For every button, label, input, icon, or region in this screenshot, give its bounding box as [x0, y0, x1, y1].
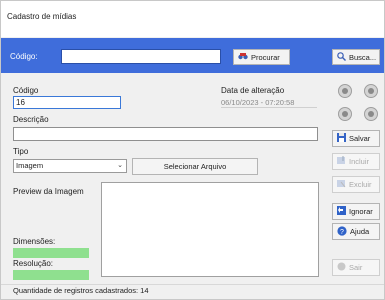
add-record-icon — [337, 156, 346, 167]
nav-last-button[interactable] — [364, 107, 378, 121]
tipo-label: Tipo — [13, 147, 29, 156]
nav-prev-button[interactable] — [364, 84, 378, 98]
help-icon: ? — [337, 225, 347, 238]
selecionar-arquivo-button[interactable]: Selecionar Arquivo — [132, 158, 258, 175]
dimensoes-value — [13, 248, 89, 258]
search-bar: Código: Procurar Busca... — [1, 38, 384, 73]
window: Cadastro de mídias Código: Procurar Busc… — [0, 0, 385, 300]
salvar-label: Salvar — [349, 134, 371, 143]
floppy-icon — [337, 133, 346, 144]
busca-button[interactable]: Busca... — [332, 49, 380, 65]
dimensoes-label: Dimensões: — [13, 237, 56, 246]
incluir-label: Incluir — [349, 157, 370, 166]
incluir-button[interactable]: Incluir — [332, 153, 380, 170]
ignorar-button[interactable]: Ignorar — [332, 203, 380, 220]
procurar-label: Procurar — [251, 52, 280, 62]
codigo-label: Código — [13, 86, 39, 95]
data-alteracao-value: 06/10/2023 - 07:20:58 — [221, 98, 317, 108]
excluir-label: Excluir — [349, 180, 372, 189]
preview-label: Preview da Imagem — [13, 187, 84, 196]
sair-button[interactable]: Sair — [332, 259, 380, 276]
undo-icon — [337, 206, 346, 217]
resolucao-label: Resolução: — [13, 259, 54, 268]
magnifier-icon — [337, 51, 346, 63]
ajuda-button[interactable]: ? Ajuda — [332, 223, 380, 240]
delete-record-icon — [337, 179, 346, 190]
descricao-field[interactable] — [13, 127, 318, 141]
svg-text:?: ? — [340, 229, 344, 236]
status-bar: Quantidade de registros cadastrados: 14 — [13, 286, 149, 295]
tipo-select[interactable]: Imagem ⌄ — [13, 159, 127, 173]
descricao-label: Descrição — [13, 115, 49, 124]
image-preview — [101, 182, 319, 277]
salvar-button[interactable]: Salvar — [332, 130, 380, 147]
ajuda-label: Ajuda — [350, 227, 370, 236]
busca-label: Busca... — [349, 52, 377, 62]
exit-icon — [337, 262, 346, 273]
title-bar: Cadastro de mídias — [1, 1, 384, 37]
sair-label: Sair — [349, 263, 363, 272]
resolucao-value — [13, 270, 89, 280]
excluir-button[interactable]: Excluir — [332, 176, 380, 193]
status-separator — [1, 284, 384, 285]
binoculars-icon — [238, 52, 248, 62]
search-code-input[interactable] — [61, 49, 221, 64]
data-alteracao-label: Data de alteração — [221, 86, 285, 95]
procurar-button[interactable]: Procurar — [233, 49, 290, 65]
search-code-label: Código: — [10, 52, 38, 61]
ignorar-label: Ignorar — [349, 207, 373, 216]
codigo-field[interactable]: 16 — [13, 96, 121, 109]
tipo-select-value: Imagem — [16, 161, 44, 170]
selecionar-arquivo-label: Selecionar Arquivo — [163, 162, 227, 171]
window-title: Cadastro de mídias — [7, 12, 77, 21]
nav-first-button[interactable] — [338, 84, 352, 98]
nav-next-button[interactable] — [338, 107, 352, 121]
chevron-down-icon: ⌄ — [117, 162, 123, 169]
